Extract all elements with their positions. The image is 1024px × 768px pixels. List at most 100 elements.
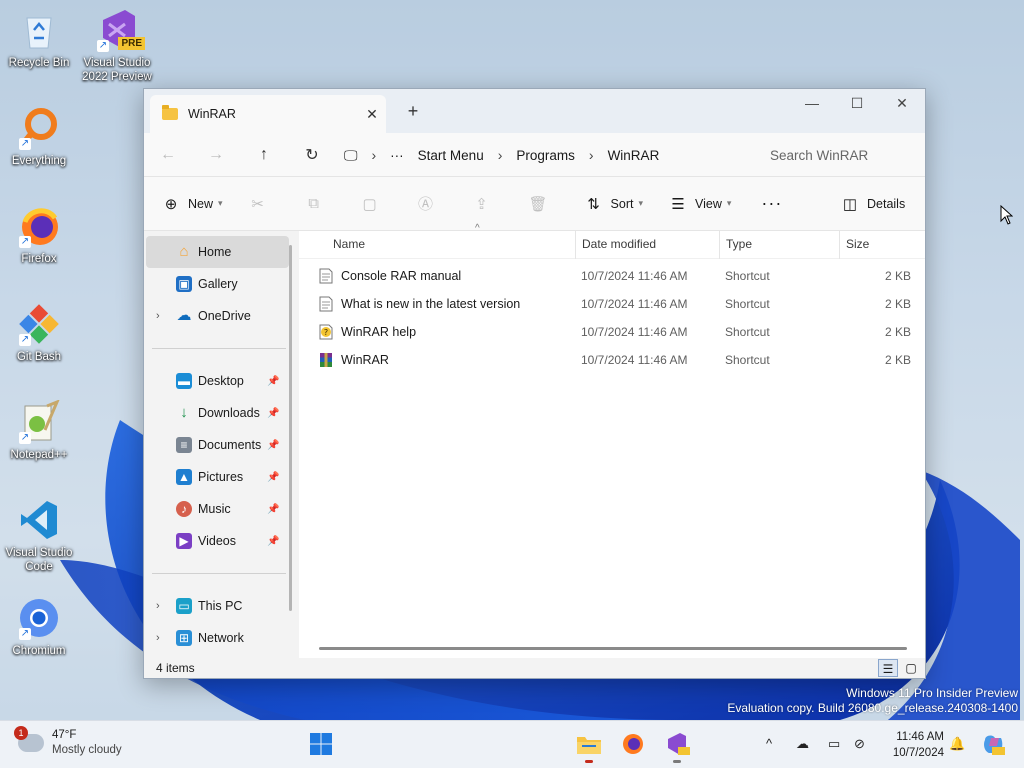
nav-item-music[interactable]: ♪ Music 📌: [146, 493, 289, 525]
clock[interactable]: 11:46 AM 10/7/2024: [876, 729, 944, 761]
refresh-button[interactable]: ↻: [288, 145, 336, 165]
chevron-right-icon[interactable]: ›: [372, 147, 377, 163]
start-button[interactable]: [308, 732, 334, 758]
details-button[interactable]: ◫ Details: [841, 195, 905, 213]
more-options-button[interactable]: ···: [761, 193, 782, 214]
nav-item-pictures[interactable]: ▲ Pictures 📌: [146, 461, 289, 493]
taskbar-file-explorer[interactable]: [576, 732, 602, 763]
desktop-icon-chromium[interactable]: ↗ Chromium: [1, 596, 77, 658]
nav-item-network[interactable]: › ⊞ Network: [146, 622, 289, 654]
notepad-plus-plus-icon: ↗: [17, 399, 61, 444]
nav-item-videos[interactable]: ▶ Videos 📌: [146, 525, 289, 557]
share-button[interactable]: ⇪: [473, 195, 499, 213]
chevron-right-icon[interactable]: ›: [498, 147, 503, 163]
sort-ascending-icon: ^: [475, 223, 480, 234]
horizontal-scrollbar[interactable]: [319, 647, 907, 650]
show-hidden-icons-button[interactable]: ^: [766, 736, 772, 751]
breadcrumb-overflow[interactable]: ···: [390, 148, 404, 163]
up-button[interactable]: ↑: [240, 146, 288, 164]
delete-button[interactable]: 🗑: [529, 195, 555, 213]
desktop-icon-git-bash[interactable]: ↗ Git Bash: [1, 302, 77, 364]
forward-button[interactable]: →: [192, 146, 240, 164]
close-button[interactable]: ✕: [879, 95, 925, 112]
view-button[interactable]: ☰ View ▾: [669, 195, 731, 213]
search-input[interactable]: Search WinRAR: [756, 139, 920, 171]
display-icon[interactable]: ▭: [828, 736, 840, 752]
breadcrumb[interactable]: 🖵 › ··· Start Menu › Programs › WinRAR: [344, 139, 752, 171]
nav-label: Downloads: [198, 406, 260, 420]
desktop-icon-recycle-bin[interactable]: Recycle Bin: [1, 8, 77, 70]
tab-close-button[interactable]: ✕: [358, 106, 386, 123]
breadcrumb-start-menu[interactable]: Start Menu: [418, 148, 484, 163]
computer-icon[interactable]: 🖵: [344, 147, 358, 164]
rename-button[interactable]: Ⓐ: [417, 193, 443, 214]
documents-icon: ≡: [176, 437, 192, 453]
new-button[interactable]: ⊕ New ▾: [162, 195, 223, 213]
breadcrumb-winrar[interactable]: WinRAR: [608, 148, 660, 163]
copilot-icon: [984, 735, 1005, 755]
nav-item-onedrive[interactable]: › ☁ OneDrive: [146, 300, 289, 332]
chevron-right-icon[interactable]: ›: [156, 310, 160, 322]
paste-button[interactable]: ▢: [361, 195, 387, 213]
folder-icon: [162, 105, 178, 120]
breadcrumb-programs[interactable]: Programs: [516, 148, 575, 163]
nav-label: Network: [198, 631, 244, 645]
desktop-icon-firefox[interactable]: ↗ Firefox: [1, 204, 77, 266]
sort-button[interactable]: ⇅ Sort ▾: [585, 195, 643, 213]
nav-item-this-pc[interactable]: › ▭ This PC: [146, 590, 289, 622]
desktop-icon-notepad-plus-plus[interactable]: ↗ Notepad++: [1, 399, 77, 462]
minimize-button[interactable]: —: [789, 95, 835, 111]
tiles-view-icon[interactable]: ▢: [901, 659, 921, 677]
pre-badge: PRE: [118, 37, 145, 50]
nav-item-gallery[interactable]: ▣ Gallery: [146, 268, 289, 300]
file-row[interactable]: ? WinRAR help 10/7/2024 11:46 AM Shortcu…: [299, 318, 925, 346]
address-bar: ← → ↑ ↻ 🖵 › ··· Start Menu › Programs › …: [144, 133, 925, 177]
taskbar-visual-studio[interactable]: [664, 732, 690, 763]
column-header-name[interactable]: Name: [327, 231, 575, 259]
file-type: Shortcut: [725, 325, 770, 339]
nav-item-desktop[interactable]: ▬ Desktop 📌: [146, 365, 289, 397]
chevron-right-icon[interactable]: ›: [156, 632, 160, 644]
details-view-icon[interactable]: ☰: [878, 659, 898, 677]
taskbar: 1 47°F Mostly cloudy ^ ☁ ▭ ⊘ 11:46 AM 10…: [0, 720, 1024, 768]
trash-icon: 🗑: [528, 195, 548, 213]
nav-divider: [152, 573, 286, 574]
copy-button[interactable]: ⧉: [305, 195, 331, 212]
tab-winrar[interactable]: WinRAR ✕: [150, 95, 386, 133]
svg-text:?: ?: [324, 328, 328, 337]
file-type: Shortcut: [725, 353, 770, 367]
column-header-date[interactable]: Date modified: [575, 231, 719, 259]
back-button[interactable]: ←: [144, 146, 192, 164]
notification-bell-icon[interactable]: 🔔: [949, 736, 965, 752]
taskbar-firefox[interactable]: [620, 732, 646, 758]
chevron-right-icon[interactable]: ›: [156, 600, 160, 612]
nav-scrollbar[interactable]: [289, 245, 292, 611]
navigation-pane: ⌂ Home ▣ Gallery › ☁ OneDrive ▬ Desktop …: [144, 231, 294, 658]
nav-item-documents[interactable]: ≡ Documents 📌: [146, 429, 289, 461]
shortcut-arrow-icon: ↗: [19, 628, 31, 640]
weather-widget[interactable]: 1 47°F Mostly cloudy: [14, 726, 122, 758]
copilot-button[interactable]: [980, 732, 1006, 758]
nav-item-downloads[interactable]: ↓ Downloads 📌: [146, 397, 289, 429]
file-row[interactable]: What is new in the latest version 10/7/2…: [299, 290, 925, 318]
network-status-icon[interactable]: ⊘: [854, 736, 865, 752]
nav-item-home[interactable]: ⌂ Home: [146, 236, 289, 268]
maximize-button[interactable]: ☐: [834, 95, 880, 112]
column-header-size[interactable]: Size: [839, 231, 919, 259]
nav-label: Gallery: [198, 277, 238, 291]
content-area: ⌂ Home ▣ Gallery › ☁ OneDrive ▬ Desktop …: [144, 223, 925, 658]
cut-button[interactable]: ✂: [249, 195, 275, 213]
file-row[interactable]: WinRAR 10/7/2024 11:46 AM Shortcut 2 KB: [299, 346, 925, 374]
file-name: WinRAR help: [341, 325, 417, 339]
cloud-offline-icon[interactable]: ☁: [796, 736, 809, 752]
new-tab-button[interactable]: +: [402, 101, 424, 122]
pin-icon: 📌: [267, 471, 280, 483]
desktop-icon-everything[interactable]: ↗ Everything: [1, 106, 77, 168]
chevron-right-icon[interactable]: ›: [589, 147, 594, 163]
desktop-folder-icon: ▬: [176, 373, 192, 389]
file-date: 10/7/2024 11:46 AM: [581, 297, 688, 311]
column-header-type[interactable]: Type: [719, 231, 839, 259]
desktop-icon-visual-studio-code[interactable]: Visual Studio Code: [1, 498, 77, 574]
file-row[interactable]: Console RAR manual 10/7/2024 11:46 AM Sh…: [299, 262, 925, 290]
desktop-icon-visual-studio-2022-preview[interactable]: ↗ PRE Visual Studio 2022 Preview: [79, 8, 155, 84]
